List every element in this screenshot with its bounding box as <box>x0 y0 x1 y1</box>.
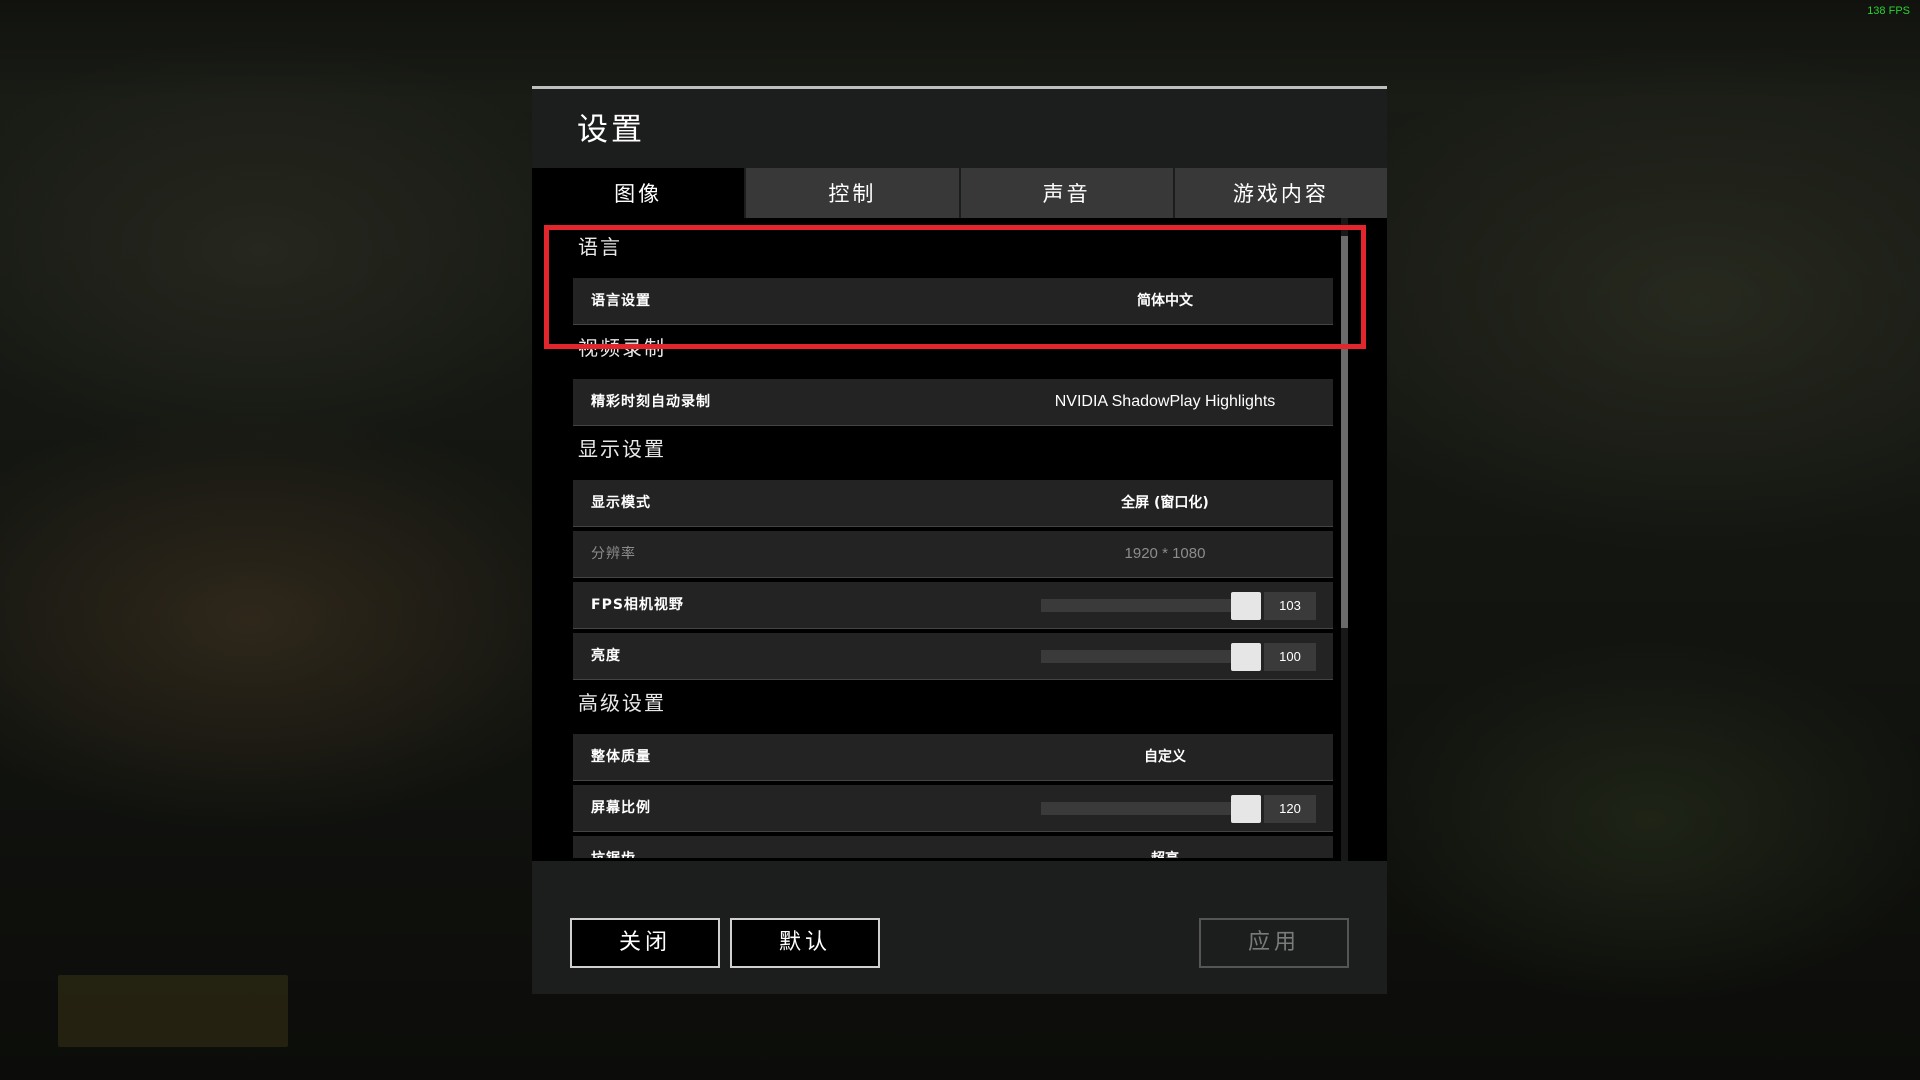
setting-row-anti-aliasing[interactable]: 抗锯齿 超高 <box>573 836 1333 858</box>
section-header-display: 显示设置 <box>578 437 666 461</box>
close-button[interactable]: 关闭 <box>570 918 720 968</box>
setting-value-dropdown[interactable]: 超高 <box>1025 836 1305 858</box>
setting-row-display-mode[interactable]: 显示模式 全屏 (窗口化) <box>573 480 1333 527</box>
highlight-annotation-box <box>544 225 1366 349</box>
settings-dialog: 设置 图像 控制 声音 游戏内容 语言 语言设置 简体中文 视频录制 精彩时刻自… <box>532 86 1387 994</box>
tab-controls[interactable]: 控制 <box>746 168 959 218</box>
slider-track[interactable] <box>1041 599 1246 612</box>
slider-thumb[interactable] <box>1231 592 1261 620</box>
setting-label: 分辨率 <box>591 546 636 562</box>
settings-tabs: 图像 控制 声音 游戏内容 <box>532 168 1387 218</box>
background-menu-bar <box>0 0 1920 100</box>
default-button[interactable]: 默认 <box>730 918 880 968</box>
slider-value[interactable]: 100 <box>1264 643 1316 671</box>
background-start-button <box>58 975 288 1047</box>
setting-row-brightness[interactable]: 亮度 100 <box>573 633 1333 680</box>
tab-graphics[interactable]: 图像 <box>532 168 745 218</box>
setting-label: 屏幕比例 <box>591 800 651 816</box>
setting-row-screen-scale[interactable]: 屏幕比例 120 <box>573 785 1333 832</box>
setting-row-highlights[interactable]: 精彩时刻自动录制 NVIDIA ShadowPlay Highlights <box>573 379 1333 426</box>
setting-label: 亮度 <box>591 648 621 664</box>
slider-value[interactable]: 120 <box>1264 795 1316 823</box>
tab-gameplay[interactable]: 游戏内容 <box>1174 168 1387 218</box>
slider-track[interactable] <box>1041 650 1246 663</box>
slider-thumb[interactable] <box>1231 795 1261 823</box>
slider-thumb[interactable] <box>1231 643 1261 671</box>
setting-row-resolution: 分辨率 1920 * 1080 <box>573 531 1333 578</box>
setting-row-overall-quality[interactable]: 整体质量 自定义 <box>573 734 1333 781</box>
setting-label: 抗锯齿 <box>591 836 636 858</box>
setting-label: 整体质量 <box>591 749 651 765</box>
dialog-title: 设置 <box>577 112 645 148</box>
setting-label: 显示模式 <box>591 495 651 511</box>
section-header-advanced: 高级设置 <box>578 691 666 715</box>
dialog-top-strip <box>532 86 1387 89</box>
slider-value[interactable]: 103 <box>1264 592 1316 620</box>
fps-counter: 138 FPS <box>1867 5 1910 17</box>
setting-row-fps-fov[interactable]: FPS相机视野 103 <box>573 582 1333 629</box>
slider-track[interactable] <box>1041 802 1246 815</box>
setting-value-dropdown[interactable]: 全屏 (窗口化) <box>1025 480 1305 526</box>
setting-value-dropdown[interactable]: NVIDIA ShadowPlay Highlights <box>1025 379 1305 425</box>
apply-button[interactable]: 应用 <box>1199 918 1349 968</box>
setting-label: FPS相机视野 <box>591 597 684 613</box>
setting-value-readonly: 1920 * 1080 <box>1124 545 1206 562</box>
setting-value-dropdown[interactable]: 自定义 <box>1025 734 1305 780</box>
tab-sound[interactable]: 声音 <box>960 168 1173 218</box>
setting-label: 精彩时刻自动录制 <box>591 394 711 410</box>
